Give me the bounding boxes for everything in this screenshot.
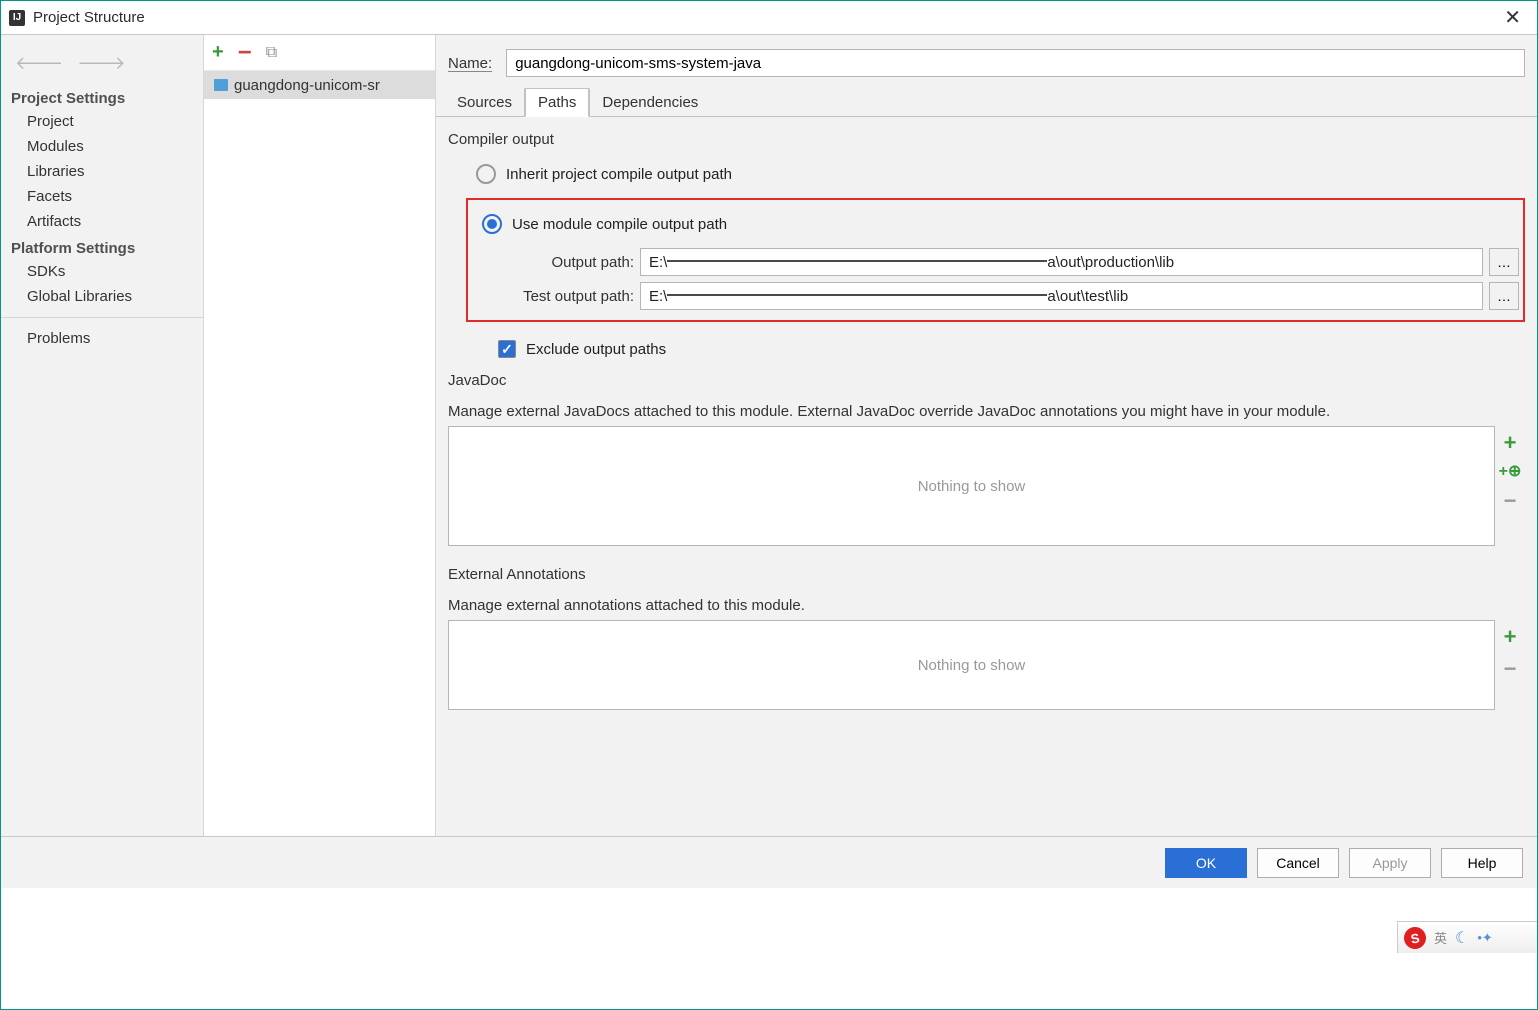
radio-module-label: Use module compile output path [512,216,727,233]
help-button[interactable]: Help [1441,848,1523,878]
javadoc-title: JavaDoc [448,372,1525,389]
name-input[interactable] [506,49,1525,77]
radio-icon [476,164,496,184]
sidebar-item-problems[interactable]: Problems [1,326,203,351]
checkbox-icon: ✓ [498,340,516,358]
ime-lang: 英 [1434,928,1447,947]
remove-annotation-icon[interactable]: − [1504,658,1517,680]
add-javadoc-icon[interactable]: + [1504,432,1517,454]
module-panel: + − ⧉ guangdong-unicom-sr [204,35,436,836]
radio-module[interactable]: Use module compile output path [472,210,1519,242]
censored-text [667,294,1047,296]
sidebar-item-global-libraries[interactable]: Global Libraries [1,284,203,309]
copy-icon[interactable]: ⧉ [266,44,277,62]
sidebar-item-project[interactable]: Project [1,109,203,134]
sidebar-divider [1,317,203,318]
radio-icon [482,214,502,234]
sidebar: 🡐 🡒 Project Settings Project Modules Lib… [1,35,204,836]
sidebar-item-libraries[interactable]: Libraries [1,159,203,184]
tabs: Sources Paths Dependencies [436,87,1537,117]
module-toolbar: + − ⧉ [204,35,435,71]
apply-button[interactable]: Apply [1349,848,1431,878]
compiler-output-title: Compiler output [448,131,1525,148]
close-icon[interactable]: ✕ [1496,8,1529,28]
empty-text: Nothing to show [918,657,1026,674]
moon-icon: ☾ [1455,928,1469,948]
ime-toolbar[interactable]: S 英 ☾ •✦ [1397,921,1537,953]
content-panel: Name: Sources Paths Dependencies Compile… [436,35,1537,836]
module-row[interactable]: guangdong-unicom-sr [204,71,435,99]
name-label: Name: [448,55,492,72]
tab-paths[interactable]: Paths [525,88,589,117]
browse-output-button[interactable]: … [1489,248,1519,276]
remove-javadoc-icon[interactable]: − [1504,490,1517,512]
sidebar-item-sdks[interactable]: SDKs [1,259,203,284]
annotations-list[interactable]: Nothing to show [448,620,1495,710]
javadoc-list[interactable]: Nothing to show [448,426,1495,546]
exclude-checkbox-row[interactable]: ✓ Exclude output paths [448,332,1525,372]
javadoc-desc: Manage external JavaDocs attached to thi… [448,401,1525,422]
sidebar-item-facets[interactable]: Facets [1,184,203,209]
nav-forward-icon[interactable]: 🡒 [77,53,125,74]
exclude-label: Exclude output paths [526,341,666,358]
dialog-footer: OK Cancel Apply Help [1,836,1537,888]
test-output-path-input[interactable]: E:\a\out\test\lib [640,282,1483,310]
window-title: Project Structure [33,9,145,26]
censored-text [667,260,1047,262]
sidebar-header-project: Project Settings [1,84,203,109]
highlight-box: Use module compile output path Output pa… [466,198,1525,322]
add-javadoc-url-icon[interactable]: +⊕ [1499,464,1522,480]
browse-test-output-button[interactable]: … [1489,282,1519,310]
sidebar-item-artifacts[interactable]: Artifacts [1,209,203,234]
annotations-desc: Manage external annotations attached to … [448,595,1525,616]
ok-button[interactable]: OK [1165,848,1247,878]
remove-icon[interactable]: − [238,41,252,65]
add-icon[interactable]: + [212,41,224,64]
radio-inherit[interactable]: Inherit project compile output path [448,160,1525,198]
empty-text: Nothing to show [918,478,1026,495]
app-icon: IJ [9,10,25,26]
ime-more-icon: •✦ [1477,930,1492,946]
output-path-label: Output path: [472,254,634,271]
radio-inherit-label: Inherit project compile output path [506,166,732,183]
folder-icon [214,79,228,91]
module-name: guangdong-unicom-sr [234,77,380,94]
cancel-button[interactable]: Cancel [1257,848,1339,878]
tab-sources[interactable]: Sources [444,88,525,117]
titlebar: IJ Project Structure ✕ [1,1,1537,35]
add-annotation-icon[interactable]: + [1504,626,1517,648]
sidebar-item-modules[interactable]: Modules [1,134,203,159]
module-list: guangdong-unicom-sr [204,71,435,836]
ime-logo-icon: S [1402,925,1427,950]
annotations-title: External Annotations [448,566,1525,583]
output-path-input[interactable]: E:\a\out\production\lib [640,248,1483,276]
test-output-path-label: Test output path: [472,288,634,305]
nav-back-icon[interactable]: 🡐 [15,53,63,74]
sidebar-header-platform: Platform Settings [1,234,203,259]
tab-dependencies[interactable]: Dependencies [589,88,711,117]
